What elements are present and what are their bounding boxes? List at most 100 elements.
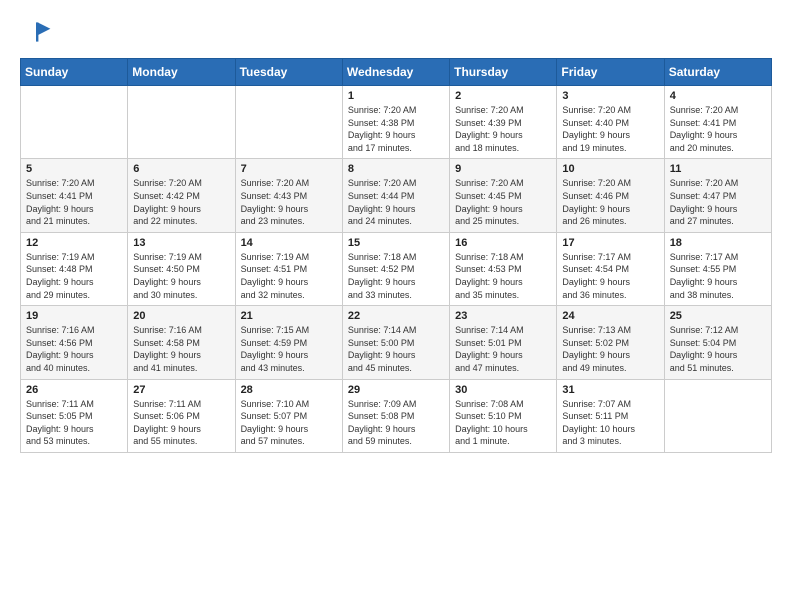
day-info: Sunrise: 7:20 AM Sunset: 4:41 PM Dayligh…: [670, 104, 766, 154]
calendar-day-cell: 6 Sunrise: 7:20 AM Sunset: 4:42 PM Daylig…: [128, 159, 235, 232]
day-number: 9: [455, 163, 551, 175]
day-number: 25: [670, 310, 766, 322]
day-number: 8: [348, 163, 444, 175]
day-of-week-header: Thursday: [450, 59, 557, 86]
day-info: Sunrise: 7:17 AM Sunset: 4:55 PM Dayligh…: [670, 251, 766, 301]
calendar-day-cell: 22 Sunrise: 7:14 AM Sunset: 5:00 PM Dayli…: [342, 306, 449, 379]
calendar-day-cell: 12Sunrise: 7:19 AM Sunset: 4:48 PM Dayli…: [21, 232, 128, 305]
day-number: 13: [133, 237, 229, 249]
day-number: 31: [562, 384, 658, 396]
calendar-day-cell: 1 Sunrise: 7:20 AM Sunset: 4:38 PM Daylig…: [342, 86, 449, 159]
calendar-week-row: 5Sunrise: 7:20 AM Sunset: 4:41 PM Daylig…: [21, 159, 772, 232]
day-number: 24: [562, 310, 658, 322]
day-info: Sunrise: 7:15 AM Sunset: 4:59 PM Dayligh…: [241, 324, 337, 374]
calendar-day-cell: 11 Sunrise: 7:20 AM Sunset: 4:47 PM Dayli…: [664, 159, 771, 232]
day-info: Sunrise: 7:20 AM Sunset: 4:39 PM Dayligh…: [455, 104, 551, 154]
day-number: 11: [670, 163, 766, 175]
day-info: Sunrise: 7:14 AM Sunset: 5:01 PM Dayligh…: [455, 324, 551, 374]
calendar-day-cell: 20 Sunrise: 7:16 AM Sunset: 4:58 PM Dayli…: [128, 306, 235, 379]
calendar-day-cell: 15 Sunrise: 7:18 AM Sunset: 4:52 PM Dayli…: [342, 232, 449, 305]
day-number: 4: [670, 90, 766, 102]
calendar-week-row: 1 Sunrise: 7:20 AM Sunset: 4:38 PM Daylig…: [21, 86, 772, 159]
day-info: Sunrise: 7:20 AM Sunset: 4:42 PM Dayligh…: [133, 177, 229, 227]
day-number: 28: [241, 384, 337, 396]
day-number: 10: [562, 163, 658, 175]
calendar-day-cell: [235, 86, 342, 159]
day-info: Sunrise: 7:09 AM Sunset: 5:08 PM Dayligh…: [348, 398, 444, 448]
day-info: Sunrise: 7:19 AM Sunset: 4:51 PM Dayligh…: [241, 251, 337, 301]
calendar-day-cell: 21 Sunrise: 7:15 AM Sunset: 4:59 PM Dayli…: [235, 306, 342, 379]
day-number: 18: [670, 237, 766, 249]
day-info: Sunrise: 7:16 AM Sunset: 4:58 PM Dayligh…: [133, 324, 229, 374]
day-number: 1: [348, 90, 444, 102]
day-number: 29: [348, 384, 444, 396]
calendar-day-cell: 7 Sunrise: 7:20 AM Sunset: 4:43 PM Daylig…: [235, 159, 342, 232]
calendar-day-cell: 25 Sunrise: 7:12 AM Sunset: 5:04 PM Dayli…: [664, 306, 771, 379]
day-info: Sunrise: 7:20 AM Sunset: 4:47 PM Dayligh…: [670, 177, 766, 227]
logo-icon: [20, 16, 52, 48]
day-info: Sunrise: 7:20 AM Sunset: 4:38 PM Dayligh…: [348, 104, 444, 154]
calendar-day-cell: [21, 86, 128, 159]
day-number: 21: [241, 310, 337, 322]
day-info: Sunrise: 7:16 AM Sunset: 4:56 PM Dayligh…: [26, 324, 122, 374]
day-number: 30: [455, 384, 551, 396]
day-info: Sunrise: 7:20 AM Sunset: 4:40 PM Dayligh…: [562, 104, 658, 154]
calendar-day-cell: 18 Sunrise: 7:17 AM Sunset: 4:55 PM Dayli…: [664, 232, 771, 305]
day-info: Sunrise: 7:11 AM Sunset: 5:05 PM Dayligh…: [26, 398, 122, 448]
day-info: Sunrise: 7:19 AM Sunset: 4:50 PM Dayligh…: [133, 251, 229, 301]
day-number: 2: [455, 90, 551, 102]
calendar-day-cell: 5Sunrise: 7:20 AM Sunset: 4:41 PM Daylig…: [21, 159, 128, 232]
calendar-week-row: 26 Sunrise: 7:11 AM Sunset: 5:05 PM Dayli…: [21, 379, 772, 452]
day-number: 16: [455, 237, 551, 249]
day-info: Sunrise: 7:18 AM Sunset: 4:52 PM Dayligh…: [348, 251, 444, 301]
calendar-day-cell: [664, 379, 771, 452]
calendar-day-cell: 4 Sunrise: 7:20 AM Sunset: 4:41 PM Daylig…: [664, 86, 771, 159]
day-number: 15: [348, 237, 444, 249]
day-info: Sunrise: 7:17 AM Sunset: 4:54 PM Dayligh…: [562, 251, 658, 301]
calendar-day-cell: 2 Sunrise: 7:20 AM Sunset: 4:39 PM Daylig…: [450, 86, 557, 159]
calendar-day-cell: 19Sunrise: 7:16 AM Sunset: 4:56 PM Dayli…: [21, 306, 128, 379]
day-of-week-header: Sunday: [21, 59, 128, 86]
day-info: Sunrise: 7:13 AM Sunset: 5:02 PM Dayligh…: [562, 324, 658, 374]
calendar-day-cell: 28 Sunrise: 7:10 AM Sunset: 5:07 PM Dayli…: [235, 379, 342, 452]
calendar-day-cell: 14 Sunrise: 7:19 AM Sunset: 4:51 PM Dayli…: [235, 232, 342, 305]
calendar-day-cell: 24 Sunrise: 7:13 AM Sunset: 5:02 PM Dayli…: [557, 306, 664, 379]
day-number: 17: [562, 237, 658, 249]
calendar-day-cell: 16 Sunrise: 7:18 AM Sunset: 4:53 PM Dayli…: [450, 232, 557, 305]
day-info: Sunrise: 7:20 AM Sunset: 4:44 PM Dayligh…: [348, 177, 444, 227]
day-number: 3: [562, 90, 658, 102]
day-of-week-header: Wednesday: [342, 59, 449, 86]
day-info: Sunrise: 7:10 AM Sunset: 5:07 PM Dayligh…: [241, 398, 337, 448]
day-number: 7: [241, 163, 337, 175]
calendar-header-row: SundayMondayTuesdayWednesdayThursdayFrid…: [21, 59, 772, 86]
day-of-week-header: Tuesday: [235, 59, 342, 86]
calendar-day-cell: 26 Sunrise: 7:11 AM Sunset: 5:05 PM Dayli…: [21, 379, 128, 452]
day-number: 26: [26, 384, 122, 396]
calendar-day-cell: 3 Sunrise: 7:20 AM Sunset: 4:40 PM Daylig…: [557, 86, 664, 159]
day-info: Sunrise: 7:18 AM Sunset: 4:53 PM Dayligh…: [455, 251, 551, 301]
day-number: 22: [348, 310, 444, 322]
calendar-week-row: 19Sunrise: 7:16 AM Sunset: 4:56 PM Dayli…: [21, 306, 772, 379]
day-number: 14: [241, 237, 337, 249]
calendar-day-cell: 29 Sunrise: 7:09 AM Sunset: 5:08 PM Dayli…: [342, 379, 449, 452]
calendar-day-cell: 27 Sunrise: 7:11 AM Sunset: 5:06 PM Dayli…: [128, 379, 235, 452]
day-info: Sunrise: 7:19 AM Sunset: 4:48 PM Dayligh…: [26, 251, 122, 301]
page: SundayMondayTuesdayWednesdayThursdayFrid…: [0, 0, 792, 469]
calendar-week-row: 12Sunrise: 7:19 AM Sunset: 4:48 PM Dayli…: [21, 232, 772, 305]
day-info: Sunrise: 7:11 AM Sunset: 5:06 PM Dayligh…: [133, 398, 229, 448]
day-info: Sunrise: 7:12 AM Sunset: 5:04 PM Dayligh…: [670, 324, 766, 374]
day-info: Sunrise: 7:14 AM Sunset: 5:00 PM Dayligh…: [348, 324, 444, 374]
logo: [20, 16, 56, 48]
day-info: Sunrise: 7:20 AM Sunset: 4:41 PM Dayligh…: [26, 177, 122, 227]
day-number: 27: [133, 384, 229, 396]
calendar-day-cell: 10 Sunrise: 7:20 AM Sunset: 4:46 PM Dayli…: [557, 159, 664, 232]
day-of-week-header: Monday: [128, 59, 235, 86]
day-info: Sunrise: 7:20 AM Sunset: 4:45 PM Dayligh…: [455, 177, 551, 227]
day-number: 20: [133, 310, 229, 322]
calendar-day-cell: 31Sunrise: 7:07 AM Sunset: 5:11 PM Dayli…: [557, 379, 664, 452]
day-info: Sunrise: 7:20 AM Sunset: 4:46 PM Dayligh…: [562, 177, 658, 227]
day-of-week-header: Saturday: [664, 59, 771, 86]
day-number: 6: [133, 163, 229, 175]
day-info: Sunrise: 7:20 AM Sunset: 4:43 PM Dayligh…: [241, 177, 337, 227]
calendar-day-cell: 8 Sunrise: 7:20 AM Sunset: 4:44 PM Daylig…: [342, 159, 449, 232]
